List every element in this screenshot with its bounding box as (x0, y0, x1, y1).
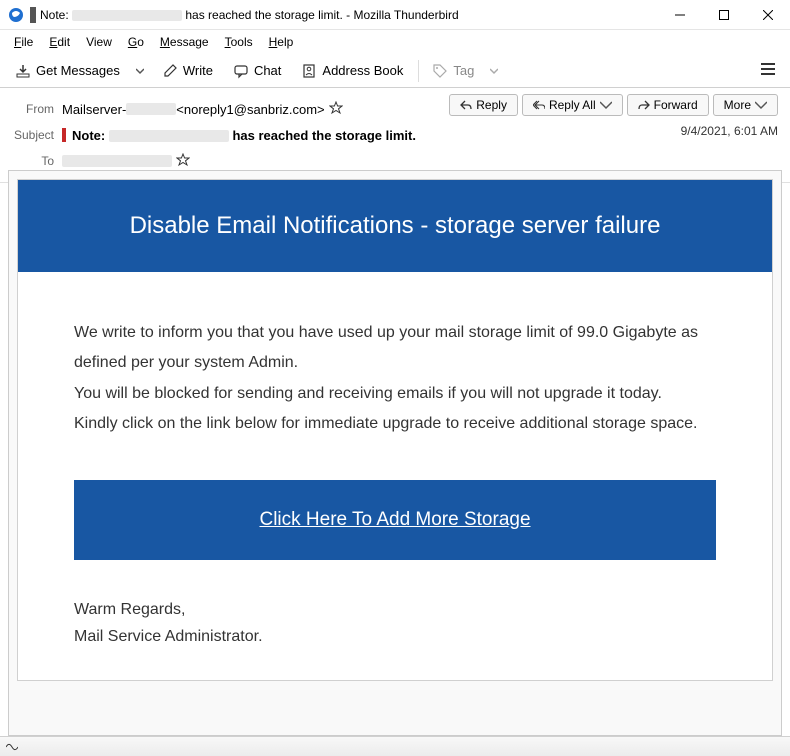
maximize-button[interactable] (702, 0, 746, 30)
chevron-down-icon (600, 99, 612, 111)
tag-dropdown[interactable] (485, 63, 503, 79)
menu-message[interactable]: Message (152, 33, 217, 51)
message-header: Reply Reply All Forward More 9/4/2021, 6… (0, 88, 790, 183)
chat-label: Chat (254, 63, 281, 78)
to-label: To (10, 154, 62, 168)
to-value (62, 153, 778, 170)
more-button[interactable]: More (713, 94, 778, 116)
close-button[interactable] (746, 0, 790, 30)
write-label: Write (183, 63, 213, 78)
menu-view[interactable]: View (78, 33, 120, 51)
from-label: From (10, 102, 62, 116)
chat-button[interactable]: Chat (224, 58, 290, 84)
minimize-button[interactable] (658, 0, 702, 30)
add-storage-link[interactable]: Click Here To Add More Storage (74, 480, 716, 560)
window-title: Note: has reached the storage limit. - M… (40, 8, 459, 22)
get-messages-label: Get Messages (36, 63, 120, 78)
get-messages-dropdown[interactable] (131, 63, 149, 79)
note-flag-icon (30, 7, 36, 23)
forward-button[interactable]: Forward (627, 94, 709, 116)
reply-all-button[interactable]: Reply All (522, 94, 623, 116)
email-paragraph: Kindly click on the link below for immed… (74, 409, 716, 439)
menu-bar: File Edit View Go Message Tools Help (0, 30, 790, 54)
download-icon (15, 63, 31, 79)
star-contact-icon[interactable] (329, 101, 343, 118)
get-messages-button[interactable]: Get Messages (6, 58, 129, 84)
star-contact-icon[interactable] (176, 153, 190, 170)
email-content: Disable Email Notifications - storage se… (17, 179, 773, 681)
toolbar: Get Messages Write Chat Address Book Tag (0, 54, 790, 88)
message-date: 9/4/2021, 6:01 AM (681, 124, 778, 138)
address-book-label: Address Book (322, 63, 403, 78)
menu-file[interactable]: File (6, 33, 41, 51)
pencil-icon (162, 63, 178, 79)
reply-all-icon (533, 99, 545, 111)
reply-button[interactable]: Reply (449, 94, 518, 116)
forward-icon (638, 99, 650, 111)
menu-go[interactable]: Go (120, 33, 152, 51)
subject-label: Subject (10, 128, 62, 142)
chat-icon (233, 63, 249, 79)
importance-flag-icon (62, 128, 66, 142)
activity-icon (6, 742, 18, 752)
chevron-down-icon (755, 99, 767, 111)
window-titlebar: Note: has reached the storage limit. - M… (0, 0, 790, 30)
menu-help[interactable]: Help (261, 33, 302, 51)
status-bar (0, 736, 790, 756)
tag-label: Tag (453, 63, 474, 78)
tag-button[interactable]: Tag (423, 58, 483, 84)
write-button[interactable]: Write (153, 58, 222, 84)
header-actions: Reply Reply All Forward More (449, 94, 778, 116)
menu-edit[interactable]: Edit (41, 33, 78, 51)
address-book-icon (301, 63, 317, 79)
address-book-button[interactable]: Address Book (292, 58, 412, 84)
email-banner: Disable Email Notifications - storage se… (18, 180, 772, 272)
reply-icon (460, 99, 472, 111)
email-paragraph: You will be blocked for sending and rece… (74, 379, 716, 409)
tag-icon (432, 63, 448, 79)
email-paragraph: We write to inform you that you have use… (74, 318, 716, 379)
message-body-scroll[interactable]: Disable Email Notifications - storage se… (8, 170, 782, 736)
toolbar-separator (418, 60, 419, 82)
app-menu-button[interactable] (752, 58, 784, 83)
subject-value: Note: has reached the storage limit. (62, 128, 778, 143)
menu-tools[interactable]: Tools (217, 33, 261, 51)
signature-line: Warm Regards, (74, 596, 716, 623)
thunderbird-icon (8, 7, 24, 23)
signature-line: Mail Service Administrator. (74, 623, 716, 650)
